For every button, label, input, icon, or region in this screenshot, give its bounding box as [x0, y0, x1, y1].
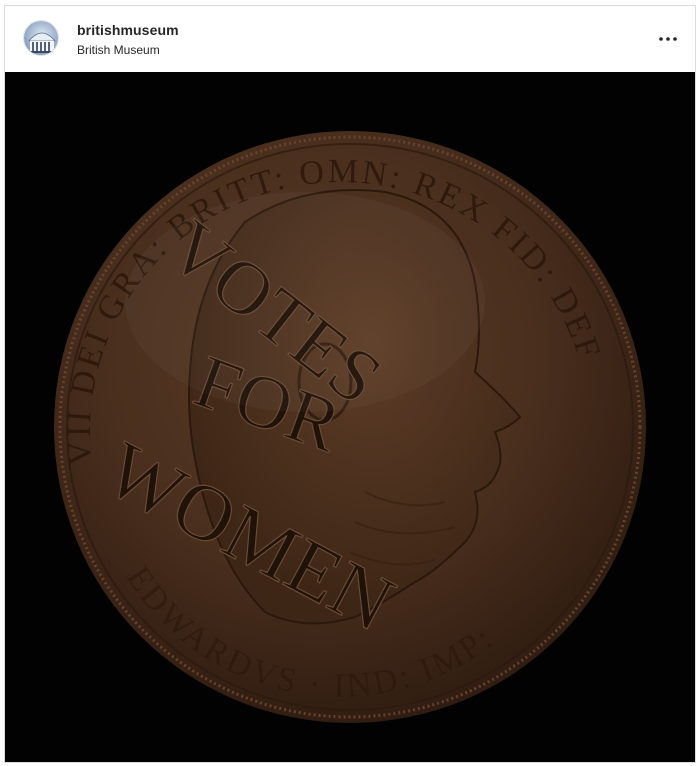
post-header: britishmuseum British Museum	[5, 6, 695, 72]
location-link[interactable]: British Museum	[77, 43, 160, 57]
avatar[interactable]	[23, 20, 59, 56]
post-image[interactable]: VII DEI GRA: BRITT: OMN: REX FID: DEF ED…	[5, 72, 695, 762]
more-options-button[interactable]	[655, 26, 681, 52]
username-link[interactable]: britishmuseum	[77, 22, 179, 38]
instagram-post: britishmuseum British Museum VII DEI GRA…	[4, 5, 696, 763]
coin-photo: VII DEI GRA: BRITT: OMN: REX FID: DEF ED…	[5, 72, 695, 762]
british-museum-logo-icon	[24, 21, 58, 55]
more-options-icon	[659, 37, 677, 41]
